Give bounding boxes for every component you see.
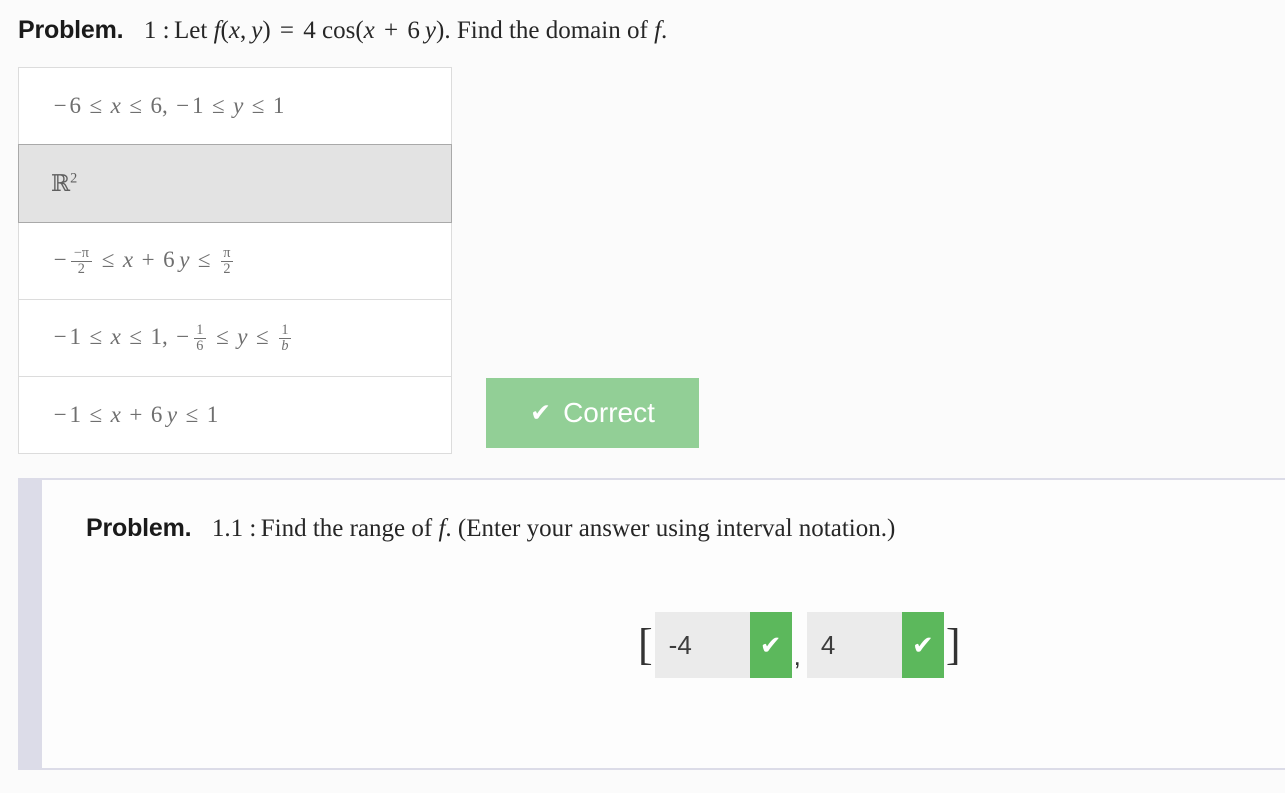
trig-argument: (x + 6 y) (355, 17, 445, 44)
interval-separator: , (793, 641, 801, 671)
interval-answer-row: [ ✔ , ✔ ] (636, 612, 963, 678)
function-name: f (213, 17, 221, 44)
problem-text: Let f(x, y) = 4 cos(x + 6 y). Find the d… (174, 17, 667, 44)
trig-function: cos (322, 17, 356, 44)
status-badge-correct: ✔ Correct (486, 378, 699, 448)
option-label-4: −1 ≤ x ≤ 1, −1 6 ≤ y ≤ 1b (51, 322, 293, 354)
status-badge-label: Correct (563, 397, 655, 428)
subproblem-text-tail: . (Enter your answer using interval nota… (445, 515, 896, 542)
lower-bound-field[interactable]: ✔ (654, 612, 792, 678)
option-row-1[interactable]: −6 ≤ x ≤ 6, −1 ≤ y ≤ 1 (19, 68, 451, 145)
problem-number: 1 : (143, 17, 170, 44)
check-icon: ✔ (530, 398, 552, 427)
option-row-2[interactable]: ℝ2 (18, 144, 452, 223)
domain-variable: f (654, 17, 662, 44)
problem-statement: Problem. 1 : Let f(x, y) = 4 cos(x + 6 y… (18, 16, 1258, 45)
close-bracket: ] (945, 620, 961, 669)
upper-bound-input[interactable] (806, 612, 902, 678)
option-label-5: −1 ≤ x + 6 y ≤ 1 (53, 402, 219, 427)
equals-sign: = (279, 17, 295, 44)
problem-text-end: . (661, 17, 668, 44)
upper-bound-field[interactable]: ✔ (806, 612, 944, 678)
problem-label: Problem. (18, 16, 124, 44)
coefficient: 4 (303, 17, 316, 44)
subproblem-panel: Problem. 1.1 : Find the range of f. (Ent… (18, 478, 1285, 770)
subproblem-text: Find the range of f. (Enter your answer … (261, 515, 896, 542)
subproblem-statement: Problem. 1.1 : Find the range of f. (Ent… (86, 514, 895, 543)
function-args: (x, y) (220, 17, 271, 44)
open-bracket: [ (638, 620, 653, 669)
subproblem-number: 1.1 : (211, 515, 257, 542)
lower-bound-input[interactable] (654, 612, 750, 678)
upper-bound-check-icon[interactable]: ✔ (901, 612, 944, 678)
option-label-2: ℝ2 (51, 169, 78, 196)
answer-option-list[interactable]: −6 ≤ x ≤ 6, −1 ≤ y ≤ 1 ℝ2 − −π 2 ≤ x + 6 y… (18, 67, 452, 454)
option-label-1: −6 ≤ x ≤ 6, −1 ≤ y ≤ 1 (53, 93, 285, 118)
option-row-5[interactable]: −1 ≤ x + 6 y ≤ 1 (19, 377, 451, 454)
subproblem-label: Problem. (86, 514, 192, 542)
function-definition: f(x, y) = 4 cos(x + 6 y) (214, 17, 445, 44)
problem-text-prefix: Let (173, 17, 208, 44)
subproblem-text-main: Find the range of (260, 515, 433, 542)
lower-bound-check-icon[interactable]: ✔ (749, 612, 792, 678)
option-row-3[interactable]: − −π 2 ≤ x + 6 y ≤ π2 (19, 223, 451, 300)
problem-text-suffix: . Find the domain of (444, 17, 648, 44)
option-row-4[interactable]: −1 ≤ x ≤ 1, −1 6 ≤ y ≤ 1b (19, 300, 451, 377)
option-label-3: − −π 2 ≤ x + 6 y ≤ π2 (51, 245, 235, 277)
